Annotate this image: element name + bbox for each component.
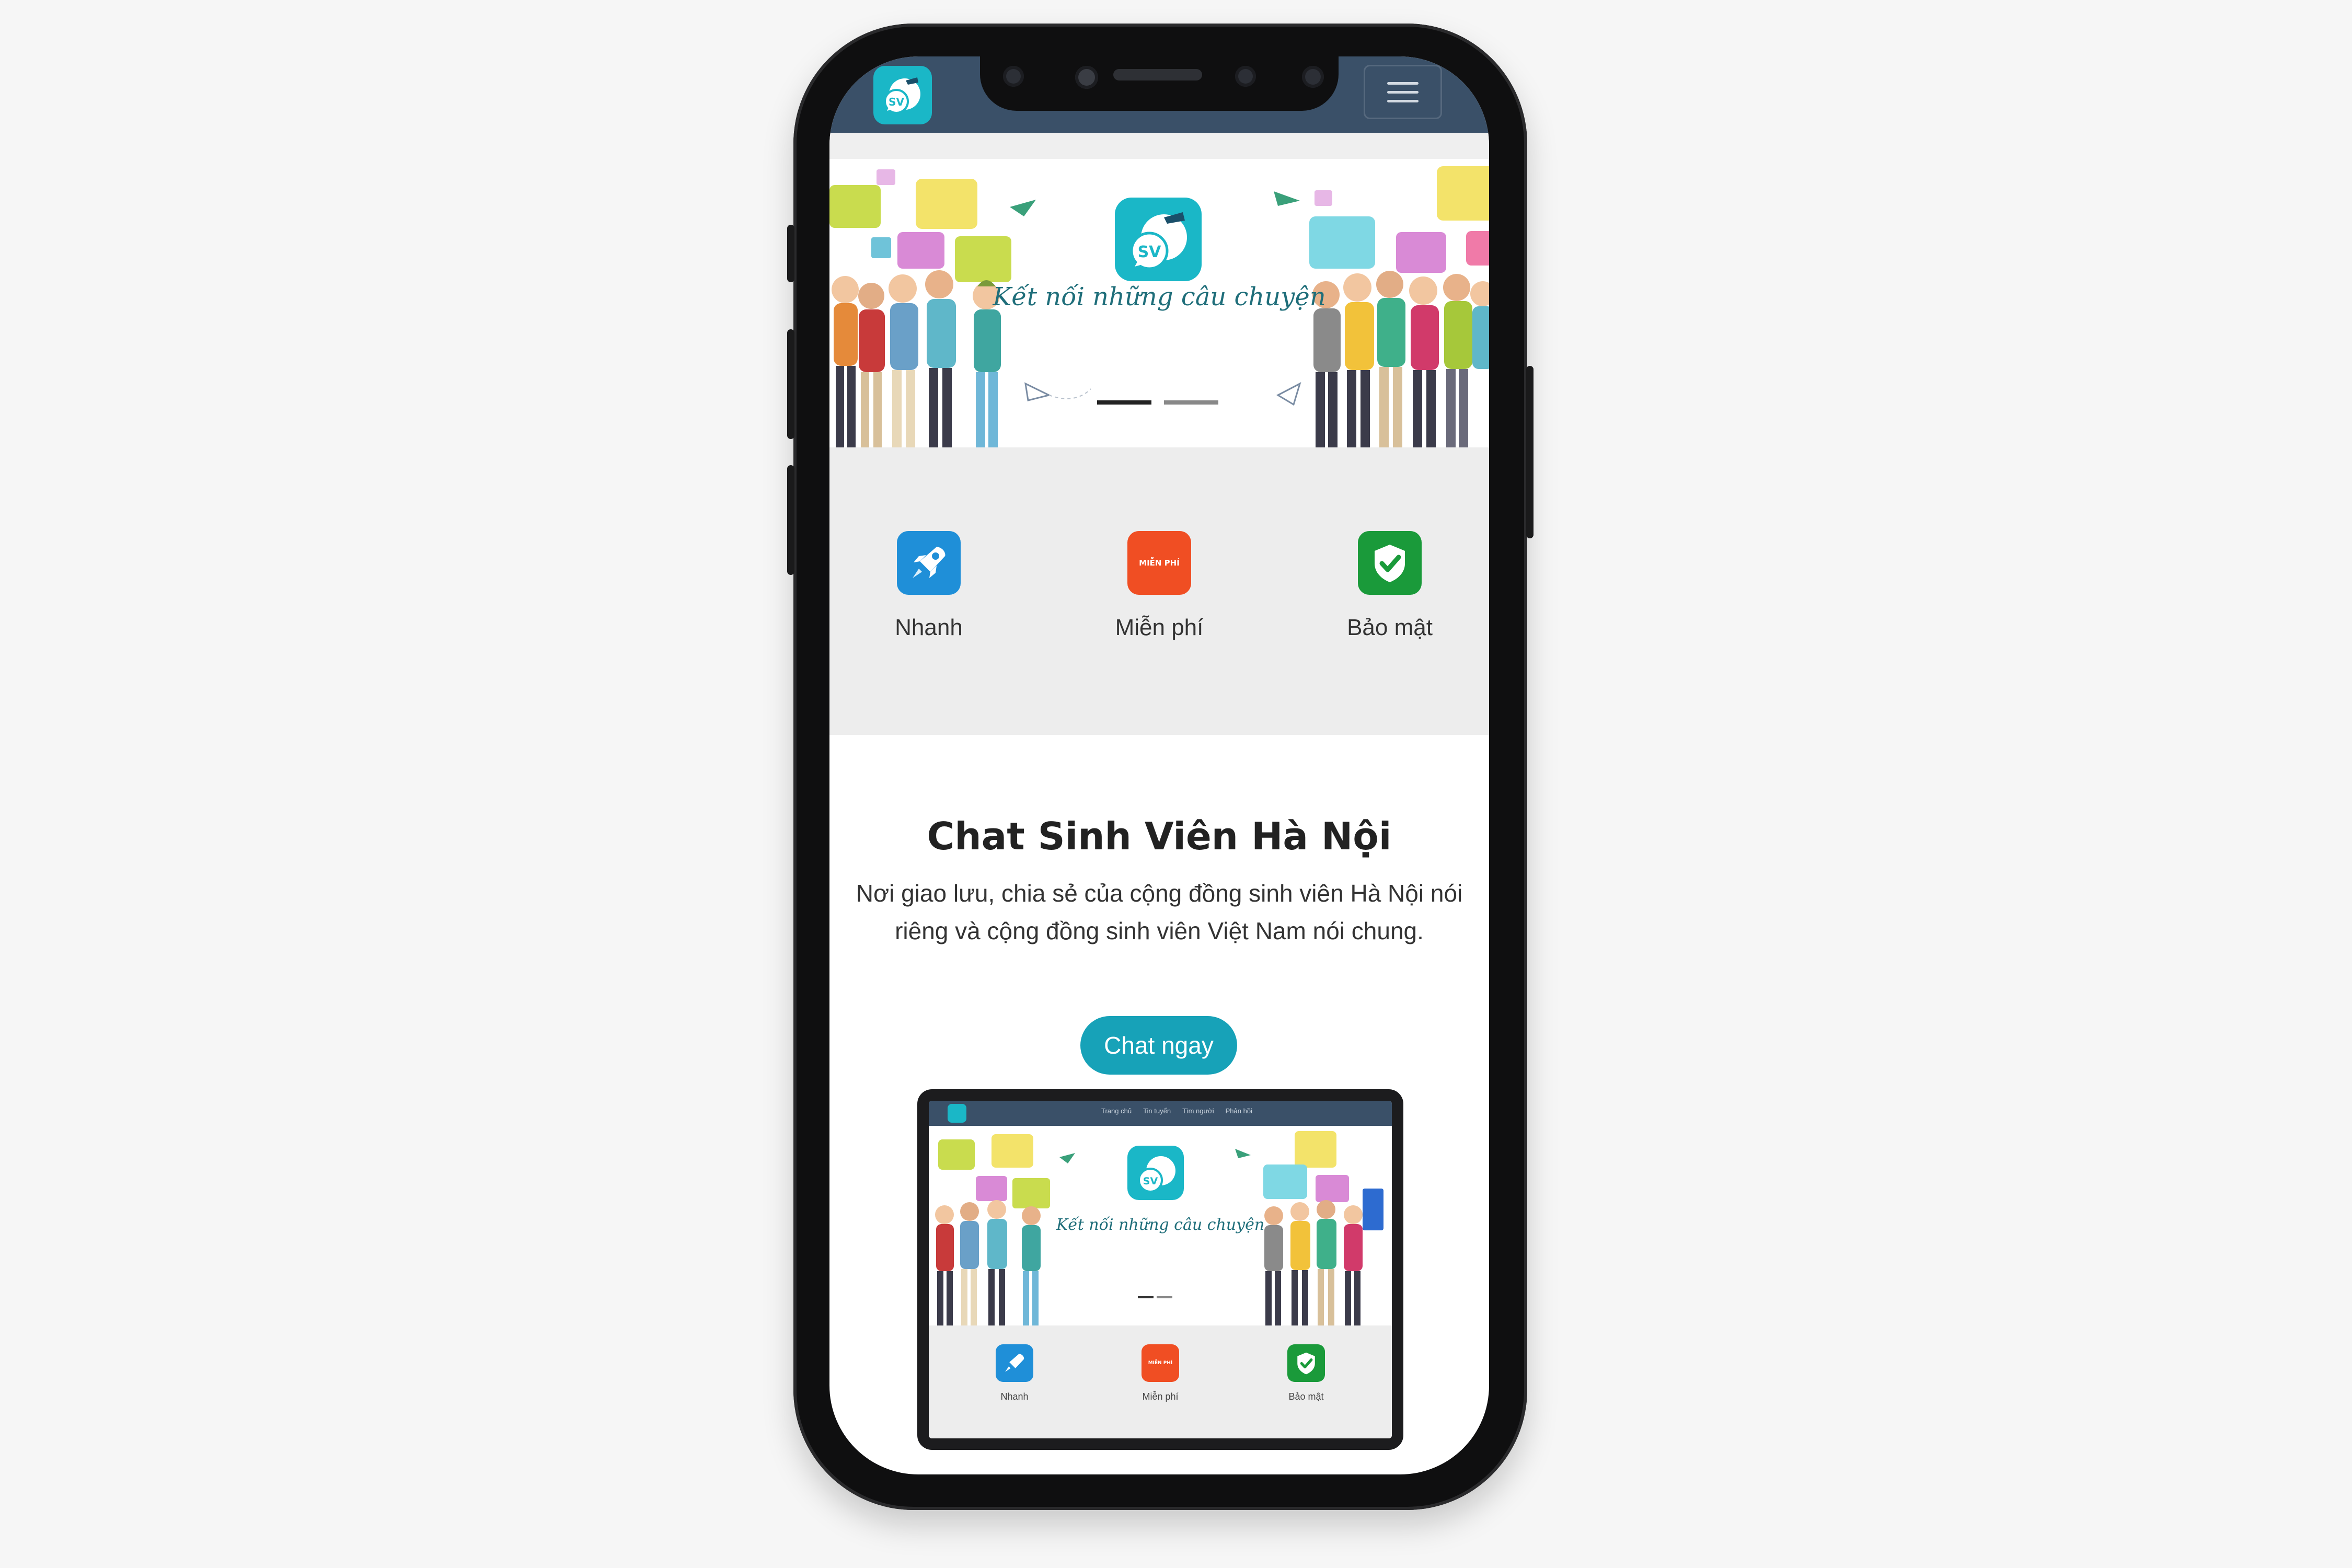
svg-text:SV: SV [889, 96, 904, 108]
proximity-sensor [1235, 66, 1256, 87]
preview-nav-link: Trang chủ [1101, 1107, 1132, 1115]
hero-carousel[interactable]: SV Kết nối những câu chuyện [829, 159, 1489, 447]
free-badge-text: MIỄN PHÍ [1139, 558, 1180, 568]
preview-nav-links: Trang chủ Tin tuyển Tìm người Phản hồi [1101, 1107, 1252, 1115]
phone-volume-down [787, 465, 794, 575]
rocket-icon [897, 531, 961, 595]
preview-nav-link: Tìm người [1182, 1107, 1214, 1115]
hamburger-line [1387, 90, 1419, 94]
preview-feature-label: Miễn phí [1142, 1391, 1179, 1402]
feature-label: Nhanh [895, 615, 963, 640]
menu-toggle-button[interactable] [1364, 65, 1442, 119]
page-title: Chat Sinh Viên Hà Nội [927, 814, 1392, 858]
free-badge-icon: MIỄN PHÍ [1142, 1344, 1179, 1382]
feature-label: Bảo mật [1347, 615, 1433, 640]
desktop-preview-screen: Trang chủ Tin tuyển Tìm người Phản hồi S… [929, 1101, 1392, 1438]
phone-screen: SV SV Kết nối những câu chuyện Nhanh MIỄ… [829, 56, 1489, 1474]
preview-feature-label: Nhanh [1000, 1391, 1029, 1402]
phone-volume-up [787, 329, 794, 439]
features-section: Nhanh MIỄN PHÍ Miễn phí Bảo mật [829, 447, 1489, 735]
dot-projector [1302, 66, 1324, 88]
feature-label: Miễn phí [1115, 615, 1204, 640]
preview-feature-fast: Nhanh [973, 1344, 1056, 1402]
preview-feature-label: Bảo mật [1288, 1391, 1324, 1402]
hamburger-icon [1387, 82, 1419, 85]
preview-nav-link: Tin tuyển [1143, 1107, 1171, 1115]
preview-feature-secure: Bảo mật [1264, 1344, 1348, 1402]
face-id-sensor [1003, 66, 1024, 87]
earpiece-speaker [1113, 69, 1202, 80]
navbar-spacer [829, 133, 1489, 159]
shield-check-icon [1287, 1344, 1325, 1382]
preview-nav-link: Phản hồi [1225, 1107, 1252, 1115]
feature-fast: Nhanh [850, 531, 1007, 641]
phone-notch [980, 56, 1339, 111]
banner-tagline: Kết nối những câu chuyện [993, 282, 1326, 312]
feature-free: MIỄN PHÍ Miễn phí [1081, 531, 1238, 641]
svg-text:SV: SV [1138, 243, 1162, 261]
preview-features: Nhanh MIỄN PHÍ Miễn phí Bảo mật [929, 1325, 1392, 1438]
svg-text:SV: SV [1143, 1175, 1158, 1187]
feature-secure: Bảo mật [1311, 531, 1468, 641]
preview-free-badge-text: MIỄN PHÍ [1148, 1361, 1173, 1366]
preview-feature-free: MIỄN PHÍ Miễn phí [1119, 1344, 1202, 1402]
rocket-icon [996, 1344, 1033, 1382]
carousel-indicator-1[interactable] [1097, 400, 1151, 405]
app-logo[interactable]: SV [873, 66, 932, 124]
chat-bubble-logo-icon: SV [884, 77, 920, 114]
free-badge-icon: MIỄN PHÍ [1127, 531, 1191, 595]
preview-banner: SV Kết nối những câu chuyện [929, 1126, 1392, 1325]
desktop-preview-image: Trang chủ Tin tuyển Tìm người Phản hồi S… [917, 1089, 1403, 1450]
chat-now-button[interactable]: Chat ngay [1080, 1016, 1237, 1075]
phone-silent-switch [787, 225, 794, 282]
page-description: Nơi giao lưu, chia sẻ của cộng đồng sinh… [856, 880, 1463, 944]
preview-tagline: Kết nối những câu chuyện [1056, 1216, 1265, 1234]
carousel-indicator-2[interactable] [1164, 400, 1218, 405]
phone-power-button [1526, 366, 1534, 538]
preview-logo-icon [948, 1104, 966, 1123]
preview-navbar: Trang chủ Tin tuyển Tìm người Phản hồi [929, 1101, 1392, 1126]
shield-check-icon [1358, 531, 1422, 595]
hamburger-line [1387, 99, 1419, 102]
front-camera [1075, 66, 1098, 89]
